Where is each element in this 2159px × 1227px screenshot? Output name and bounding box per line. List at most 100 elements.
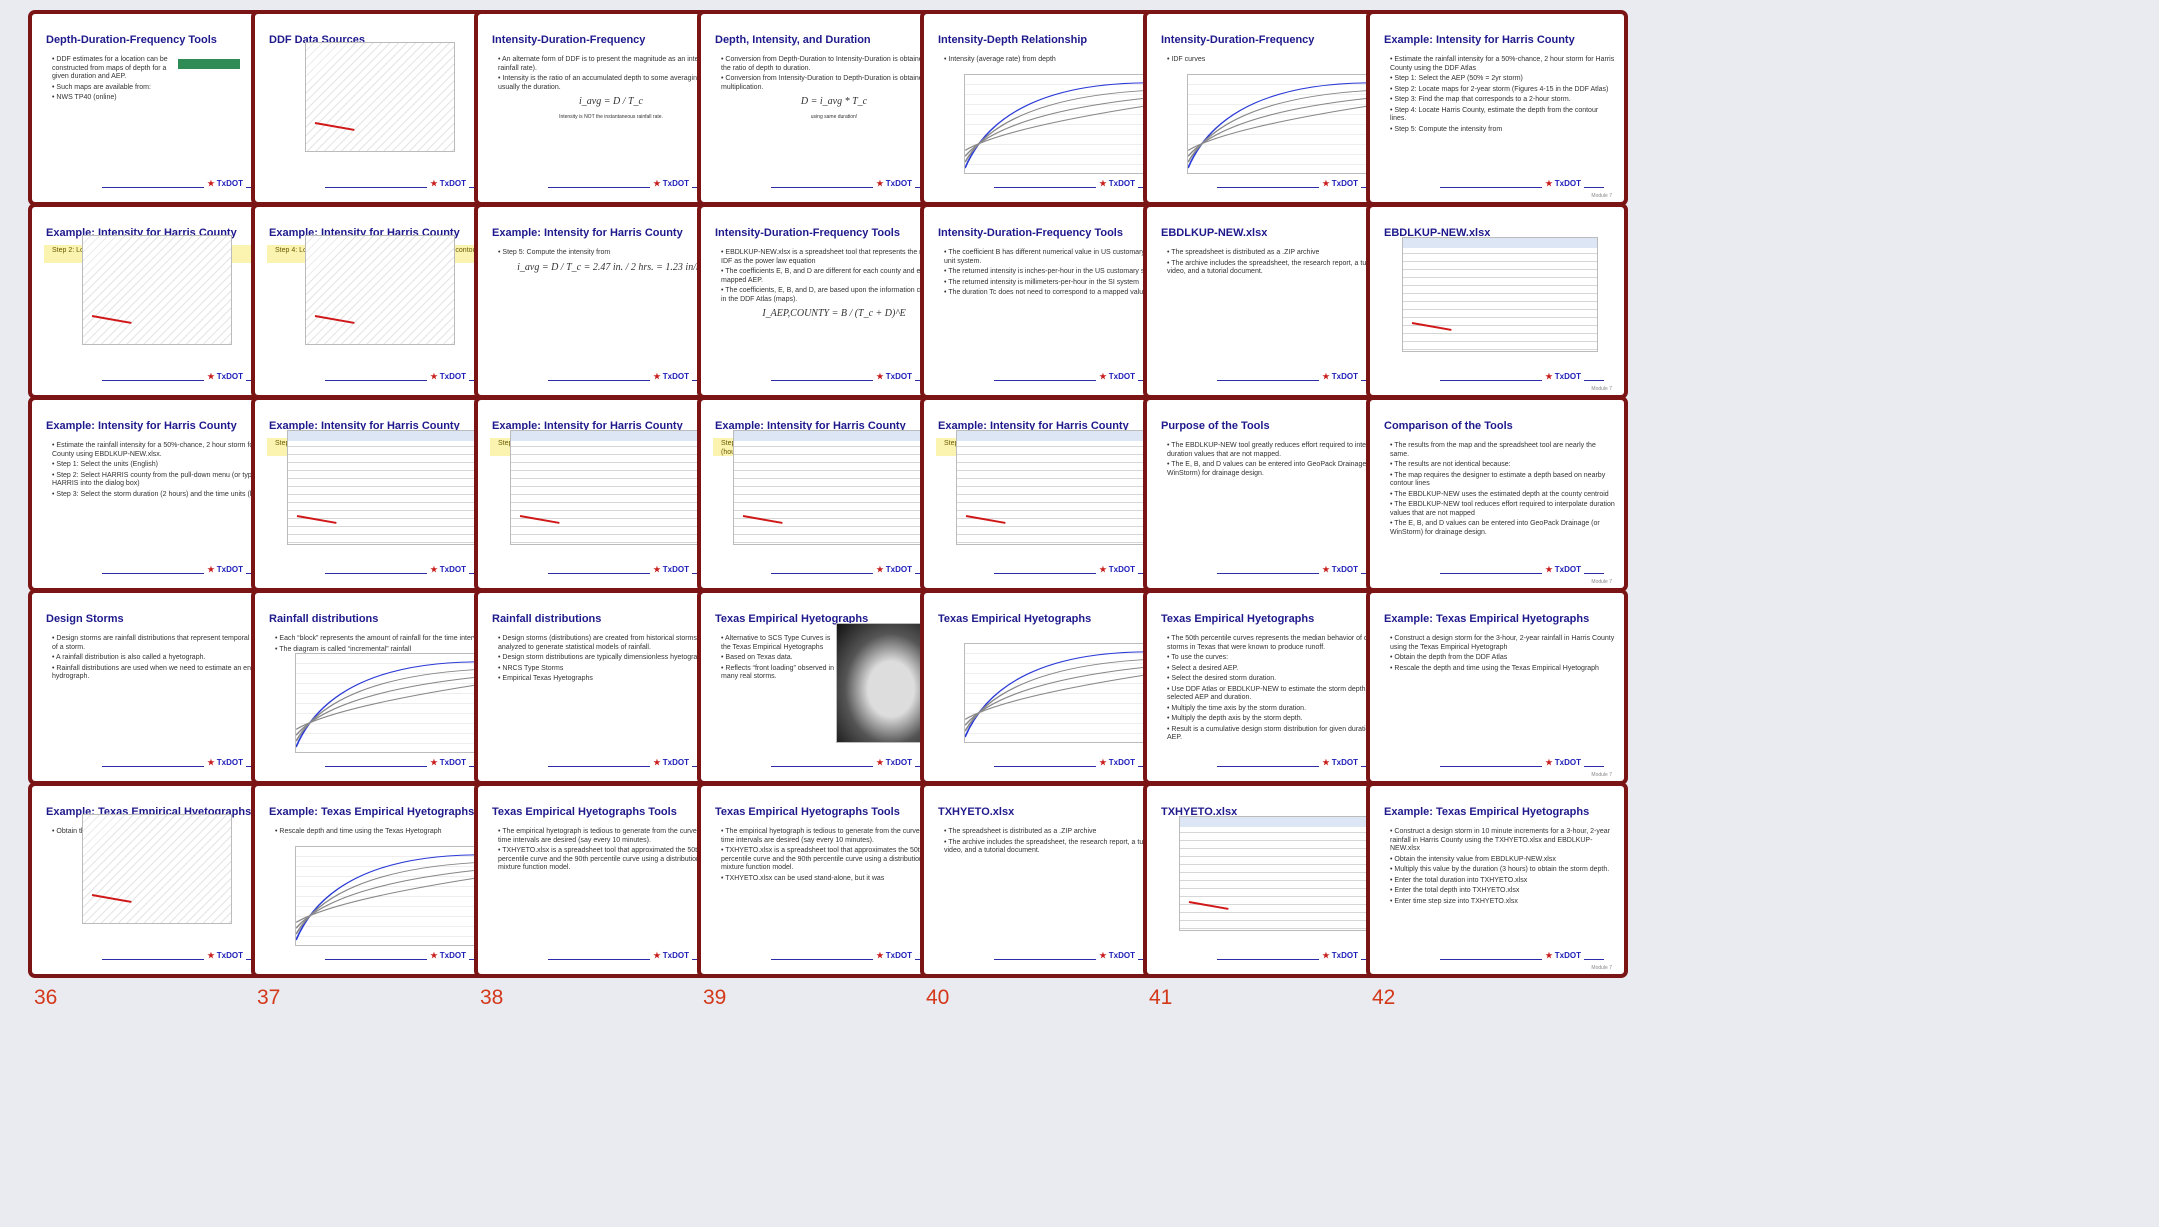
bullet-text: Such maps are available from: [52, 84, 170, 93]
txdot-logo: ★ TxDOT [1096, 565, 1138, 574]
module-label: Module 7 [1591, 772, 1612, 778]
logo-text: TxDOT [1108, 372, 1135, 381]
bullet-text: EBDLKUP-NEW.xlsx is a spreadsheet tool t… [721, 249, 947, 266]
bullet-text: Design storm distributions are typically… [498, 654, 724, 663]
logo-star-icon: ★ [653, 951, 663, 960]
chart-line [296, 661, 474, 748]
bullet-text: The spreadsheet is distributed as a .ZIP… [944, 828, 1170, 837]
logo-star-icon: ★ [1322, 565, 1332, 574]
logo-star-icon: ★ [1099, 951, 1109, 960]
slide-equation: D = i_avg * T_c [800, 96, 868, 107]
bullet-text: An alternate form of DDF is to present t… [498, 56, 724, 73]
bullet-text: Result is a cumulative design storm dist… [1167, 726, 1393, 743]
slide-frame[interactable]: Example: Intensity for Harris County Esti… [1366, 10, 1628, 206]
bullet-text: DDF estimates for a location can be cons… [52, 56, 170, 82]
bullet-text: Enter the total duration into TXHYETO.xl… [1390, 877, 1616, 886]
txdot-logo: ★ TxDOT [650, 565, 692, 574]
module-label: Module 7 [1591, 193, 1612, 199]
bullet-text: The coefficients, E, B, and D, are based… [721, 287, 947, 304]
bullet-text: Estimate the rainfall intensity for a 50… [1390, 56, 1616, 73]
bullet-text: The E, B, and D values can be entered in… [1390, 520, 1616, 537]
bullet-text: The archive includes the spreadsheet, th… [1167, 260, 1393, 277]
chart-line [965, 82, 1143, 169]
logo-star-icon: ★ [1545, 565, 1555, 574]
logo-star-icon: ★ [207, 758, 217, 767]
sheet-figure [287, 430, 483, 545]
map-figure [305, 42, 455, 152]
slide-title: Intensity-Duration-Frequency Tools [938, 227, 1123, 239]
txdot-logo: ★ TxDOT [650, 372, 692, 381]
module-label: Module 7 [1591, 965, 1612, 971]
chart-line [1188, 98, 1366, 157]
bullet-text: A rainfall distribution is also called a… [52, 654, 278, 663]
logo-text: TxDOT [662, 179, 689, 188]
chart-figure [964, 643, 1144, 743]
slide-frame[interactable]: EBDLKUP-NEW.xlsx ★ TxDOT Module 7 [1366, 203, 1628, 399]
logo-text: TxDOT [439, 951, 466, 960]
txdot-logo: ★ TxDOT [1542, 372, 1584, 381]
bullet-text: Select a desired AEP. [1167, 665, 1393, 674]
txdot-logo: ★ TxDOT [204, 565, 246, 574]
logo-star-icon: ★ [1322, 179, 1332, 188]
slide-sorter-grid: Depth-Duration-Frequency Tools DDF estima… [0, 0, 2159, 1227]
slide-body: The spreadsheet is distributed as a .ZIP… [944, 828, 1170, 858]
txdot-logo: ★ TxDOT [873, 758, 915, 767]
slide-thumbnail[interactable]: Example: Texas Empirical Hyetographs Cons… [1366, 782, 1628, 1022]
txdot-logo: ★ TxDOT [427, 951, 469, 960]
slide-frame[interactable]: Example: Texas Empirical Hyetographs Cons… [1366, 782, 1628, 978]
slide-body: Conversion from Depth-Duration to Intens… [721, 56, 947, 123]
bullet-text: The spreadsheet is distributed as a .ZIP… [1167, 249, 1393, 258]
logo-star-icon: ★ [653, 758, 663, 767]
slide-frame[interactable]: Example: Texas Empirical Hyetographs Cons… [1366, 589, 1628, 785]
chart-line [1188, 82, 1366, 169]
bullet-text: Step 1: Select the units (English) [52, 461, 278, 470]
logo-text: TxDOT [1554, 565, 1581, 574]
logo-text: TxDOT [885, 372, 912, 381]
logo-text: TxDOT [216, 758, 243, 767]
slide-title: Example: Texas Empirical Hyetographs [1384, 806, 1590, 818]
bullet-text: TXHYETO.xlsx is a spreadsheet tool that … [721, 847, 947, 873]
bullet-text: TXHYETO.xlsx can be used stand-alone, bu… [721, 875, 947, 884]
logo-text: TxDOT [216, 372, 243, 381]
slide-body: Design storms (distributions) are create… [498, 635, 724, 686]
bullet-text: Empirical Texas Hyetographs [498, 675, 724, 684]
txdot-logo: ★ TxDOT [873, 179, 915, 188]
logo-star-icon: ★ [876, 758, 886, 767]
slide-title: Example: Intensity for Harris County [1384, 34, 1575, 46]
slide-frame[interactable]: Comparison of the Tools The results from … [1366, 396, 1628, 592]
slide-title: Comparison of the Tools [1384, 420, 1513, 432]
logo-text: TxDOT [1554, 758, 1581, 767]
logo-star-icon: ★ [876, 951, 886, 960]
bullet-text: Rescale depth and time using the Texas H… [275, 828, 501, 837]
bullet-text: The results from the map and the spreads… [1390, 442, 1616, 459]
slide-body: EBDLKUP-NEW.xlsx is a spreadsheet tool t… [721, 249, 947, 325]
chart-curves [965, 651, 1143, 738]
bullet-text: Each “block” represents the amount of ra… [275, 635, 501, 644]
logo-text: TxDOT [1331, 179, 1358, 188]
slide-title: Rainfall distributions [492, 613, 602, 625]
slide-equation: I_AEP,COUNTY = B / (T_c + D)^E [762, 308, 906, 319]
bullet-text: The EBDLKUP-NEW tool greatly reduces eff… [1167, 442, 1393, 459]
logo-text: TxDOT [439, 565, 466, 574]
bullet-text: The results are not identical because: [1390, 461, 1616, 470]
logo-text: TxDOT [1554, 179, 1581, 188]
slide-number: 36 [34, 986, 58, 1009]
txdot-logo: ★ TxDOT [427, 179, 469, 188]
logo-star-icon: ★ [1545, 758, 1555, 767]
sheet-figure [733, 430, 929, 545]
slide-body: Estimate the rainfall intensity for a 50… [1390, 56, 1616, 136]
slide-body: An alternate form of DDF is to present t… [498, 56, 724, 123]
bullet-text: Intensity is the ratio of an accumulated… [498, 75, 724, 92]
txdot-logo: ★ TxDOT [427, 372, 469, 381]
slide-body: The spreadsheet is distributed as a .ZIP… [1167, 249, 1393, 279]
txdot-logo: ★ TxDOT [650, 951, 692, 960]
slide-body: Step 5: Compute the intensity from i_avg … [498, 249, 724, 278]
bullet-text: Rescale the depth and time using the Tex… [1390, 665, 1616, 674]
logo-star-icon: ★ [1099, 565, 1109, 574]
sheet-figure [1179, 816, 1375, 931]
bullet-text: The returned intensity is millimeters-pe… [944, 279, 1170, 288]
map-figure [305, 235, 455, 345]
slide-title: Texas Empirical Hyetographs Tools [715, 806, 900, 818]
bullet-text: The E, B, and D values can be entered in… [1167, 461, 1393, 478]
chart-line [965, 667, 1143, 726]
